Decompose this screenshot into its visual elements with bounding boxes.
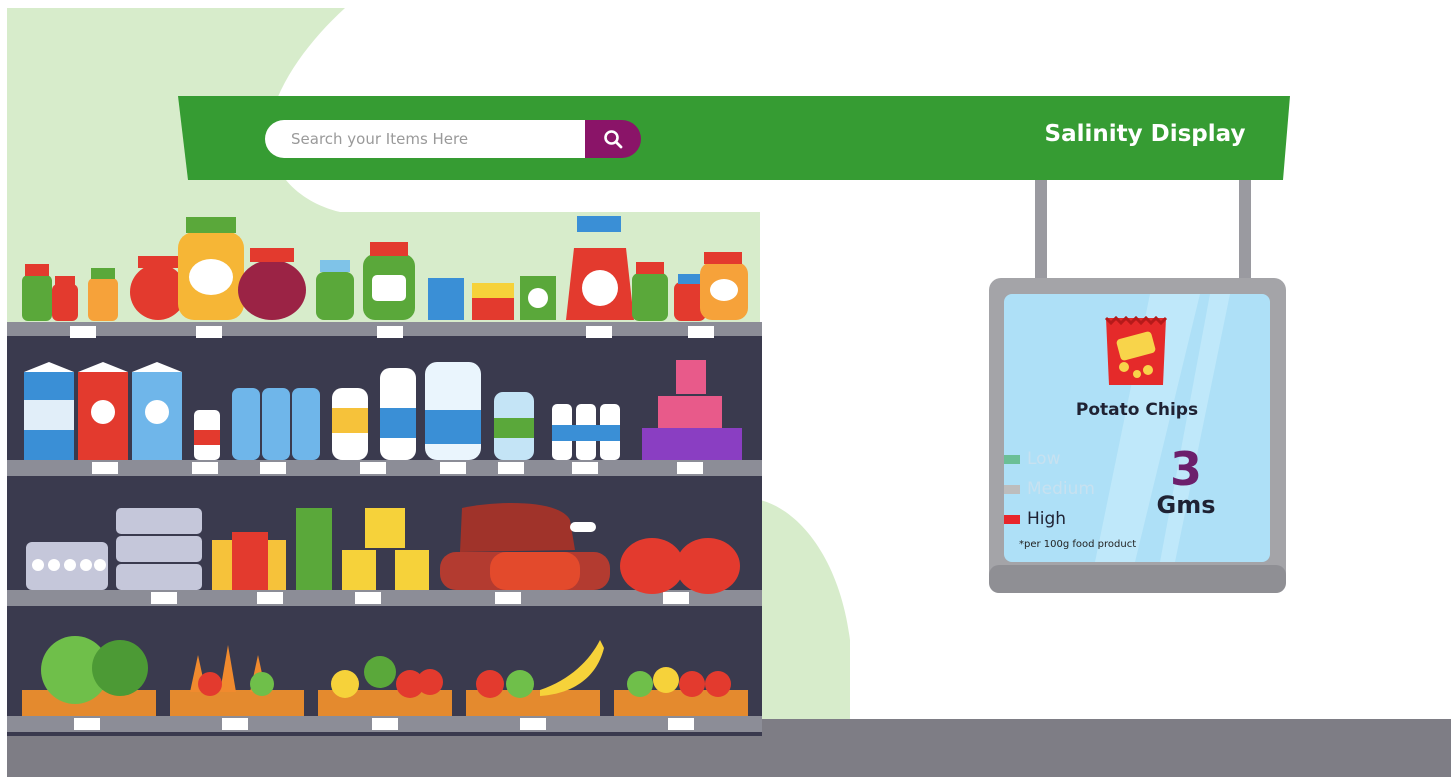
per-100g-note: *per 100g food product (1019, 539, 1137, 550)
sign-pole-left (1035, 170, 1047, 285)
legend-medium-label: Medium (1027, 479, 1095, 499)
legend-medium: Medium (1004, 474, 1095, 504)
potato-chips-icon (1104, 315, 1168, 385)
salinity-legend: Low Medium High (1004, 444, 1095, 534)
salinity-unit: Gms (1156, 491, 1216, 519)
banner-title: Salinity Display (1044, 121, 1246, 147)
search-icon (604, 130, 623, 149)
product-name: Potato Chips (1075, 400, 1199, 420)
legend-low: Low (1004, 444, 1095, 474)
legend-medium-swatch (1004, 484, 1020, 494)
supermarket-scene (7, 8, 1451, 777)
salinity-value: 3 (1169, 442, 1202, 496)
legend-high-label: High (1027, 509, 1067, 529)
search-button[interactable] (585, 120, 641, 158)
sign-pole-right (1239, 170, 1251, 285)
search-input[interactable] (265, 120, 585, 158)
legend-low-swatch (1004, 454, 1020, 464)
legend-low-label: Low (1027, 449, 1061, 469)
legend-high: High (1004, 504, 1095, 534)
legend-high-swatch (1004, 514, 1020, 524)
